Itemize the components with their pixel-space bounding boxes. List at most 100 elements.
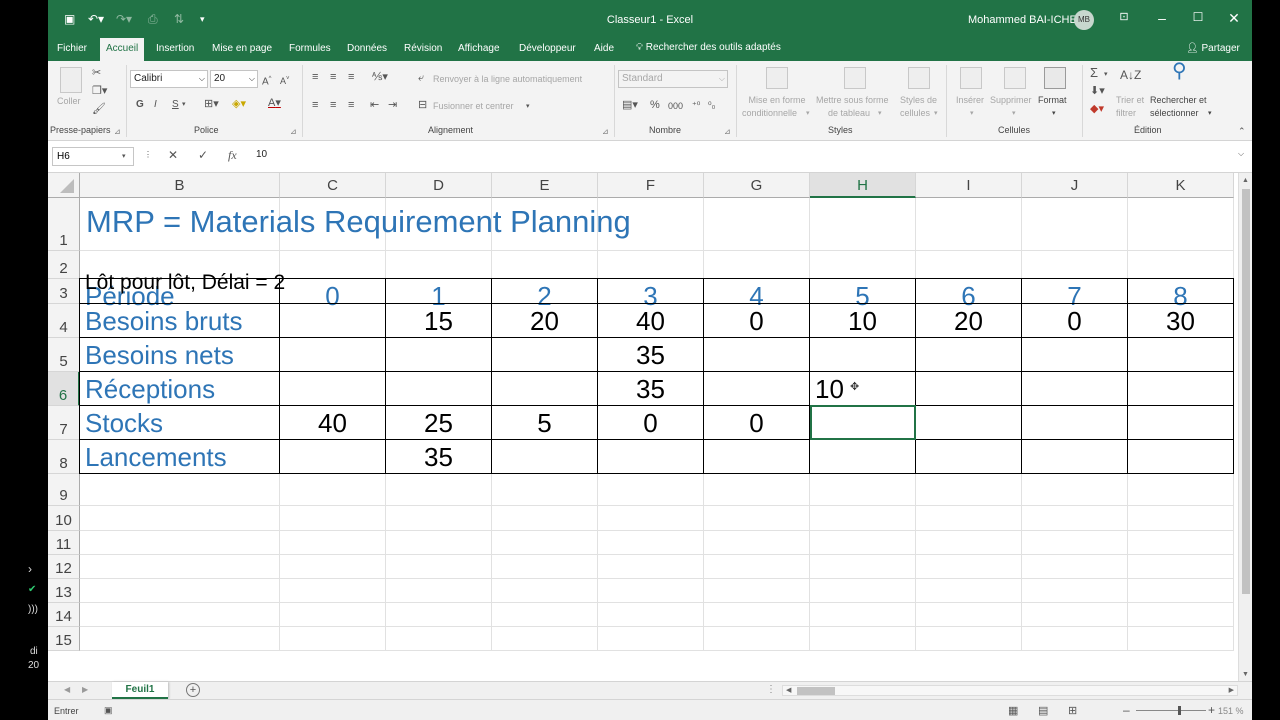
grid-cell[interactable] [80, 531, 280, 555]
format-cells-button[interactable]: Format [1038, 95, 1067, 106]
scroll-left-icon[interactable]: ◀ [786, 686, 791, 696]
grid-cell[interactable] [1022, 579, 1128, 603]
grid-cell[interactable] [598, 627, 704, 651]
horizontal-scroll-thumb[interactable] [797, 687, 835, 695]
percent-button[interactable]: % [650, 99, 660, 111]
grid-cell[interactable] [810, 627, 916, 651]
grid-cell[interactable] [916, 579, 1022, 603]
column-header-g[interactable]: G [704, 173, 810, 198]
formula-input[interactable]: 10 [256, 149, 267, 160]
cancel-button[interactable]: ✕ [168, 148, 178, 162]
chevron-down-icon[interactable]: ▾ [1104, 69, 1108, 81]
grid-cell[interactable] [492, 440, 598, 474]
grid-cell[interactable] [1128, 555, 1234, 579]
sheet-prev-icon[interactable]: ◀ [64, 685, 70, 694]
grid-cell[interactable] [704, 198, 810, 251]
insert-cells-button[interactable]: Insérer [956, 95, 984, 106]
spreadsheet-grid[interactable]: BCDEFGHIJK 1 2 3 4 5 6 7 8 9 10 11 12 13 14 15 Période… [48, 173, 1252, 681]
column-header-e[interactable]: E [492, 173, 598, 198]
sheet-next-icon[interactable]: ▶ [82, 685, 88, 694]
sheet-tab-feuil1[interactable]: Feuil1 [112, 682, 168, 699]
grid-cell[interactable] [704, 440, 810, 474]
tab-affichage[interactable]: Affichage [458, 42, 500, 56]
grid-cell[interactable] [598, 579, 704, 603]
grid-cell[interactable] [280, 251, 386, 279]
orientation-icon[interactable]: ⅍▾ [372, 71, 388, 83]
horizontal-scrollbar[interactable]: ◀ ▶ [782, 685, 1238, 696]
grid-cell[interactable] [704, 579, 810, 603]
grid-cell[interactable] [386, 603, 492, 627]
chevron-down-icon[interactable]: ▾ [182, 99, 186, 111]
period-header-4[interactable]: 4 [704, 280, 810, 311]
page-break-icon[interactable]: ⊞ [1068, 704, 1077, 717]
tab-insertion[interactable]: Insertion [156, 42, 194, 56]
grid-cell[interactable] [80, 555, 280, 579]
grid-cell[interactable] [1128, 440, 1234, 474]
grid-cell[interactable] [492, 531, 598, 555]
grid-cell[interactable] [810, 531, 916, 555]
scroll-down-icon[interactable]: ▼ [1242, 671, 1249, 678]
italic-button[interactable]: I [154, 99, 157, 111]
align-left-icon[interactable]: ≡ [312, 99, 318, 111]
merge-icon[interactable]: ⊟ [418, 99, 427, 111]
select-all-corner[interactable] [48, 173, 80, 198]
grid-cell[interactable] [810, 251, 916, 279]
grid-cell[interactable] [916, 555, 1022, 579]
grid-cell[interactable] [1022, 338, 1128, 372]
grid-cell[interactable] [80, 474, 280, 506]
maximize-icon[interactable]: ☐ [1188, 10, 1208, 24]
grid-cell[interactable] [280, 603, 386, 627]
grid-cell[interactable] [280, 474, 386, 506]
font-name-select[interactable]: Calibri ⌵ [130, 70, 208, 88]
grid-cell[interactable] [704, 603, 810, 627]
grid-cell[interactable] [704, 474, 810, 506]
grid-cell[interactable] [1128, 506, 1234, 531]
period-header-0[interactable]: 0 [280, 280, 386, 311]
table-cell[interactable]: 10 [810, 305, 916, 339]
grid-cell[interactable] [810, 338, 916, 372]
grid-cell[interactable] [492, 555, 598, 579]
grid-cell[interactable] [386, 474, 492, 506]
grid-cell[interactable] [1128, 603, 1234, 627]
column-header-h[interactable]: H [810, 173, 916, 198]
enter-button[interactable]: ✓ [198, 148, 208, 162]
table-cell[interactable]: 0 [1022, 305, 1128, 339]
insert-cells-icon[interactable] [960, 67, 982, 89]
table-cell[interactable]: 0 [704, 305, 810, 339]
grid-cell[interactable] [916, 372, 1022, 406]
table-cell[interactable]: 30 [1128, 305, 1234, 339]
period-header-1[interactable]: 1 [386, 280, 492, 311]
grid-cell[interactable] [916, 627, 1022, 651]
grid-cell[interactable] [1128, 338, 1234, 372]
align-right-icon[interactable]: ≡ [348, 99, 354, 111]
zoom-level[interactable]: 151 % [1218, 706, 1244, 716]
currency-icon[interactable]: ▤▾ [622, 99, 638, 111]
conditional-formatting-line2[interactable]: conditionnelle [742, 108, 797, 119]
increase-decimal-icon[interactable]: ⁺⁰ [692, 99, 700, 111]
tab-accueil[interactable]: Accueil [100, 38, 145, 61]
grid-cell[interactable] [598, 474, 704, 506]
cell-styles-icon[interactable] [908, 67, 930, 89]
delete-cells-button[interactable]: Supprimer [990, 95, 1032, 106]
zoom-slider[interactable] [1136, 710, 1206, 711]
grid-cell[interactable] [492, 372, 598, 406]
grid-cell[interactable] [1128, 531, 1234, 555]
copy-icon[interactable]: ❐▾ [92, 85, 107, 97]
grid-cell[interactable] [492, 579, 598, 603]
period-header-3[interactable]: 3 [598, 280, 704, 311]
close-icon[interactable]: ✕ [1224, 10, 1244, 27]
grid-cell[interactable] [492, 627, 598, 651]
grid-cell[interactable] [1022, 198, 1128, 251]
period-header-2[interactable]: 2 [492, 280, 598, 311]
table-cell[interactable]: 35 [386, 441, 492, 475]
row-label[interactable]: Lancements [80, 441, 280, 475]
column-header-f[interactable]: F [598, 173, 704, 198]
grid-cell[interactable] [704, 251, 810, 279]
row-header-12[interactable]: 12 [48, 555, 80, 579]
grid-cell[interactable] [916, 338, 1022, 372]
find-select-line1[interactable]: Rechercher et [1150, 95, 1207, 106]
grid-cell[interactable] [810, 440, 916, 474]
font-color-icon[interactable]: A▾ [268, 97, 281, 109]
table-cell[interactable]: 0 [598, 407, 704, 441]
search-icon[interactable]: ⚲ [1172, 61, 1187, 81]
